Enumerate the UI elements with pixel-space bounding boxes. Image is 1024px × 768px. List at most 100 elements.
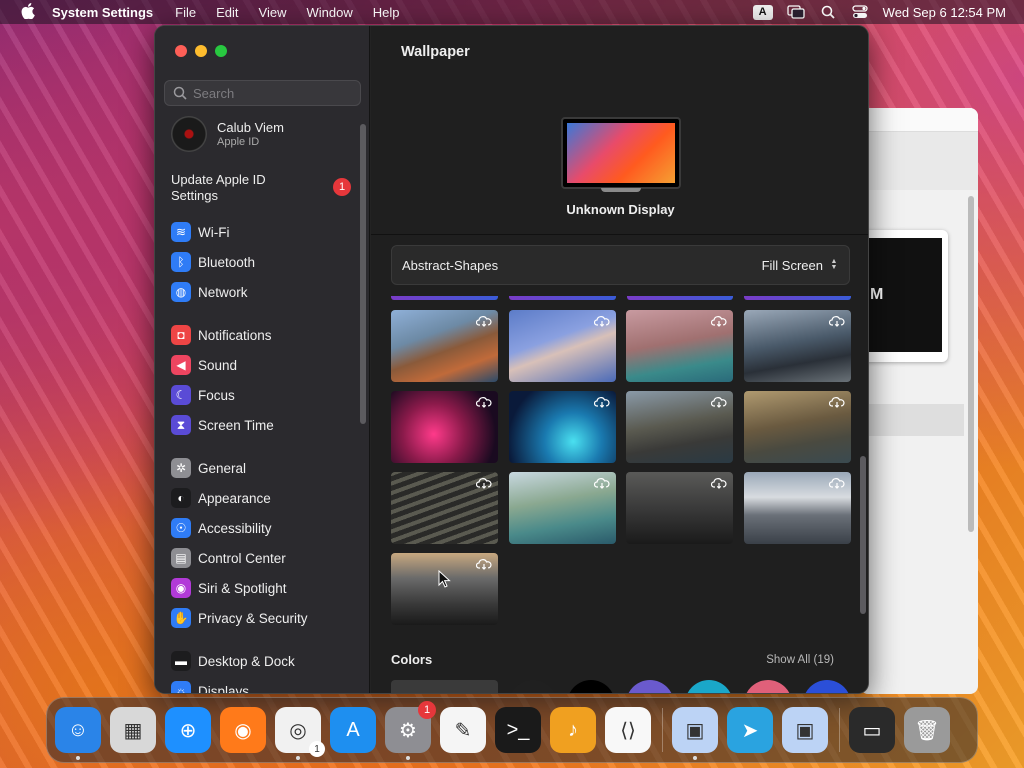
dock-app-launchpad[interactable]: ▦ <box>110 707 156 753</box>
show-all-colors-button[interactable]: Show All (19) <box>766 654 834 666</box>
menu-help[interactable]: Help <box>373 5 400 20</box>
wallpaper-thumbnail-partial[interactable] <box>744 296 851 300</box>
background-window-snippet: M <box>866 238 942 352</box>
wallpaper-thumbnail[interactable] <box>391 472 498 544</box>
collection-name: Abstract-Shapes <box>402 257 499 273</box>
sidebar-item-label: Network <box>198 284 248 300</box>
cloud-download-icon <box>829 397 845 408</box>
wallpaper-thumbnail[interactable] <box>626 310 733 382</box>
wallpaper-thumbnail[interactable] <box>744 310 851 382</box>
dock-app-system-settings[interactable]: ⚙ 1 <box>385 701 436 760</box>
dock-app-safari[interactable]: ⊕ <box>165 707 211 753</box>
zoom-window-button[interactable] <box>215 45 227 57</box>
siri-icon: ◉ <box>171 578 191 598</box>
input-source-icon[interactable]: A <box>752 4 773 20</box>
sidebar-item-notifications[interactable]: ◘ Notifications <box>171 323 272 347</box>
screen-mirroring-icon[interactable] <box>787 5 805 19</box>
wallpaper-thumbnail-partial[interactable] <box>626 296 734 300</box>
sidebar-item-appearance[interactable]: ◐ Appearance <box>171 486 271 510</box>
wallpaper-thumbnail[interactable] <box>509 391 616 463</box>
sidebar-item-control-center[interactable]: ▤ Control Center <box>171 546 286 570</box>
sidebar-item-label: Appearance <box>198 490 271 506</box>
sidebar-item-accessibility[interactable]: ☉ Accessibility <box>171 516 272 540</box>
menu-bar-clock[interactable]: Wed Sep 6 12:54 PM <box>883 5 1006 20</box>
dock-app-app-store[interactable]: A <box>330 707 376 753</box>
sidebar-item-screen-time[interactable]: ⧗ Screen Time <box>171 413 274 437</box>
sidebar-item-wi-fi[interactable]: ≋ Wi-Fi <box>171 220 229 244</box>
wallpaper-thumbnail[interactable] <box>391 310 498 382</box>
sidebar-item-network[interactable]: ◍ Network <box>171 280 248 304</box>
bell-icon: ◘ <box>171 325 191 345</box>
wallpaper-thumbnail[interactable] <box>391 391 498 463</box>
sidebar-item-focus[interactable]: ☾ Focus <box>171 383 235 407</box>
sidebar-item-label: General <box>198 460 247 476</box>
color-swatch[interactable] <box>567 680 615 693</box>
display-preview <box>561 117 681 189</box>
menu-window[interactable]: Window <box>306 5 352 20</box>
wallpaper-collection-row: Abstract-Shapes Fill Screen ▲ ▼ <box>391 245 850 285</box>
color-swatch[interactable] <box>685 680 733 693</box>
update-apple-id-item[interactable]: Update Apple ID Settings 1 <box>171 172 351 204</box>
wallpaper-thumbnail[interactable] <box>744 391 851 463</box>
fill-mode-popup[interactable]: Fill Screen ▲ ▼ <box>762 258 839 273</box>
search-input[interactable] <box>193 85 353 101</box>
minimize-window-button[interactable] <box>195 45 207 57</box>
dock-app-trash[interactable]: 🗑 <box>904 707 950 753</box>
bluetooth-icon: ᛒ <box>171 252 191 272</box>
dock-app-telegram[interactable]: ➤ <box>727 707 773 753</box>
color-swatch[interactable] <box>626 680 674 693</box>
sidebar-scrollbar[interactable] <box>360 124 366 424</box>
wallpaper-thumbnail[interactable] <box>626 472 733 544</box>
dock-app-finder[interactable]: ☺ <box>55 707 101 760</box>
system-settings-icon: ⚙ <box>399 719 417 742</box>
dock-app-textedit[interactable]: ✎ <box>440 707 486 753</box>
dock-app-minimized-window[interactable]: ▭ <box>849 707 895 753</box>
menu-view[interactable]: View <box>259 5 287 20</box>
control-center-icon: ▤ <box>171 548 191 568</box>
dock-app-virtualbox[interactable]: ▣ <box>672 707 718 760</box>
sidebar-item-desktop-dock[interactable]: ▬ Desktop & Dock <box>171 649 295 673</box>
wallpaper-thumbnail-partial[interactable] <box>391 296 498 300</box>
menu-bar: System Settings File Edit View Window He… <box>0 0 1024 24</box>
wallpaper-thumbnail[interactable] <box>509 310 616 382</box>
sidebar-item-label: Screen Time <box>198 417 274 433</box>
color-swatch[interactable] <box>744 680 792 693</box>
apple-id-profile[interactable]: Calub Viem Apple ID <box>171 116 284 152</box>
wallpaper-pane: Wallpaper Unknown Display Abstract-Shape… <box>371 26 868 693</box>
running-indicator <box>693 756 697 760</box>
sidebar-item-bluetooth[interactable]: ᛒ Bluetooth <box>171 250 255 274</box>
control-center-icon[interactable] <box>851 5 869 19</box>
sidebar-item-label: Notifications <box>198 327 272 343</box>
color-swatch[interactable] <box>391 680 498 693</box>
close-window-button[interactable] <box>175 45 187 57</box>
sidebar-item-privacy-security[interactable]: ✋ Privacy & Security <box>171 606 308 630</box>
dock-app-chrome[interactable]: ◎ 1 <box>275 707 325 760</box>
app-menu-name[interactable]: System Settings <box>52 5 153 20</box>
sidebar-item-label: Focus <box>198 387 235 403</box>
dock-app-garageband[interactable]: ♪ <box>550 707 596 753</box>
wallpaper-thumbnail[interactable] <box>391 553 498 625</box>
apple-menu-icon[interactable] <box>18 2 38 22</box>
dock-app-terminal[interactable]: >_ <box>495 707 541 753</box>
wallpaper-thumbnail[interactable] <box>509 472 616 544</box>
spotlight-search-icon[interactable] <box>819 5 837 19</box>
background-browser-window[interactable]: M <box>860 108 978 694</box>
sidebar-item-siri-spotlight[interactable]: ◉ Siri & Spotlight <box>171 576 287 600</box>
background-window-scrollbar[interactable] <box>968 196 974 532</box>
color-swatch[interactable] <box>509 680 557 693</box>
color-swatch[interactable] <box>803 680 851 693</box>
dock-app-vscode[interactable]: ⟨⟩ <box>605 707 651 753</box>
sidebar-item-sound[interactable]: ◀ Sound <box>171 353 237 377</box>
dock-app-virtualbox-2[interactable]: ▣ <box>782 707 828 753</box>
sidebar-item-label: Siri & Spotlight <box>198 580 287 596</box>
display-icon: ☼ <box>171 681 191 693</box>
sidebar-item-displays[interactable]: ☼ Displays <box>171 679 249 693</box>
dock-app-firefox[interactable]: ◉ <box>220 707 266 753</box>
menu-file[interactable]: File <box>175 5 196 20</box>
wallpaper-thumbnail-partial[interactable] <box>508 296 616 300</box>
wallpaper-thumbnail[interactable] <box>744 472 851 544</box>
content-scrollbar[interactable] <box>860 456 866 614</box>
menu-edit[interactable]: Edit <box>216 5 238 20</box>
wallpaper-thumbnail[interactable] <box>626 391 733 463</box>
sidebar-item-general[interactable]: ✲ General <box>171 456 246 480</box>
